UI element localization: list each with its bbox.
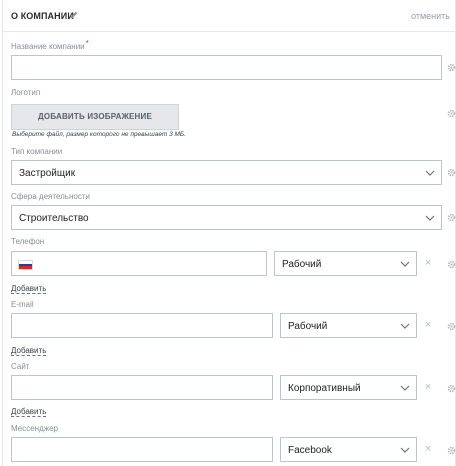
site-type-select[interactable]: Корпоративный: [280, 375, 417, 400]
required-mark: *: [85, 39, 89, 48]
logo-label: Логотип: [11, 88, 41, 97]
remove-email-icon[interactable]: ×: [425, 320, 431, 331]
chevron-down-icon: [425, 170, 435, 176]
gear-icon[interactable]: [447, 384, 456, 393]
phone-label: Телефон: [11, 237, 45, 246]
add-image-button[interactable]: ДОБАВИТЬ ИЗОБРАЖЕНИЕ: [11, 104, 179, 130]
messenger-input[interactable]: [11, 437, 273, 462]
messenger-type-select[interactable]: Facebook: [280, 437, 417, 462]
add-email-link[interactable]: Добавить: [11, 346, 47, 356]
gear-icon[interactable]: [447, 168, 456, 177]
company-info-panel: О КОМПАНИИ отменить Название компании* Л…: [2, 0, 456, 466]
cancel-link[interactable]: отменить: [411, 11, 450, 21]
gear-icon[interactable]: [447, 63, 456, 72]
site-type-value: Корпоративный: [288, 383, 361, 394]
logo-hint: Выберите файл, размер которого не превыш…: [12, 131, 186, 138]
gear-icon[interactable]: [447, 213, 456, 222]
company-type-select[interactable]: Застройщик: [11, 160, 442, 185]
company-name-input[interactable]: [11, 55, 442, 80]
add-site-link[interactable]: Добавить: [11, 407, 47, 417]
messenger-label: Мессенджер: [11, 424, 58, 433]
site-input[interactable]: [11, 375, 273, 400]
email-label: E-mail: [11, 300, 34, 309]
phone-type-select[interactable]: Рабочий: [274, 251, 417, 276]
chevron-down-icon: [400, 385, 410, 391]
gear-icon[interactable]: [447, 322, 456, 331]
country-flag-icon[interactable]: [18, 260, 33, 270]
add-phone-link[interactable]: Добавить: [11, 284, 47, 294]
industry-value: Строительство: [19, 213, 89, 224]
company-type-label: Тип компании: [11, 147, 63, 156]
phone-input[interactable]: [11, 251, 267, 276]
gear-icon[interactable]: [447, 109, 456, 118]
company-name-label: Название компании*: [11, 39, 89, 51]
email-type-value: Рабочий: [288, 321, 328, 332]
site-label: Сайт: [11, 362, 30, 371]
remove-phone-icon[interactable]: ×: [425, 258, 431, 269]
messenger-type-value: Facebook: [288, 445, 332, 456]
pencil-icon[interactable]: [69, 10, 79, 20]
chevron-down-icon: [425, 215, 435, 221]
chevron-down-icon: [400, 323, 410, 329]
email-type-select[interactable]: Рабочий: [280, 313, 417, 338]
gear-icon[interactable]: [447, 446, 456, 455]
phone-type-value: Рабочий: [282, 259, 322, 270]
company-type-value: Застройщик: [19, 168, 76, 179]
company-name-label-text: Название компании: [11, 42, 85, 51]
chevron-down-icon: [400, 447, 410, 453]
email-input[interactable]: [11, 313, 273, 338]
remove-site-icon[interactable]: ×: [425, 382, 431, 393]
industry-select[interactable]: Строительство: [11, 205, 442, 230]
chevron-down-icon: [400, 261, 410, 267]
industry-label: Сфера деятельности: [11, 192, 90, 201]
panel-header: О КОМПАНИИ отменить: [3, 0, 456, 32]
panel-title: О КОМПАНИИ: [11, 11, 74, 21]
remove-messenger-icon[interactable]: ×: [425, 444, 431, 455]
gear-icon[interactable]: [447, 260, 456, 269]
